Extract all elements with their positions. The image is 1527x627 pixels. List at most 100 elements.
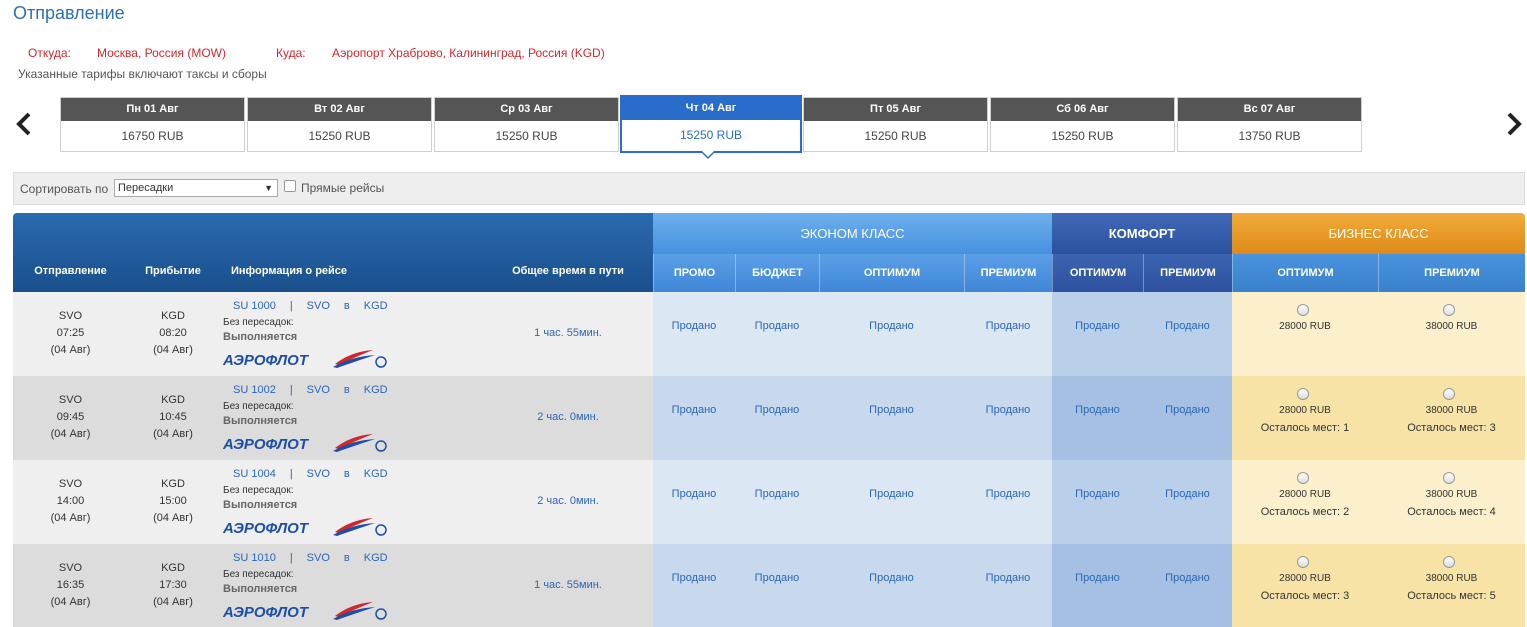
fare-radio-bus-premium[interactable] [1443, 556, 1455, 568]
aeroflot-logo: АЭРОФЛОТ [222, 600, 388, 622]
date-tab-label: Пн 01 Авг [61, 98, 244, 121]
sold-econ-promo: Продано [671, 320, 717, 332]
row-bg-comfort [1052, 544, 1232, 627]
fare-radio-bus-optimum[interactable] [1297, 304, 1309, 316]
flight-number[interactable]: SU 1002 [233, 384, 276, 396]
route-info: Откуда: Москва, Россия (MOW) Куда: Аэропорт… [28, 46, 605, 60]
date-tab-price: 15250 RUB [495, 129, 558, 143]
sold-econ-promo: Продано [671, 572, 717, 584]
date-tab[interactable]: Пн 01 Авг 16750 RUB [60, 97, 245, 152]
row-bg-economy [653, 292, 1052, 376]
date-tab-label: Пт 05 Авг [804, 98, 987, 121]
fare-comf-premium: ПРЕМИУМ [1143, 254, 1232, 292]
flight-origin[interactable]: SVO [307, 552, 330, 564]
col-flight-info: Информация о рейсе [231, 265, 348, 277]
row-bg-business [1232, 544, 1525, 627]
direct-flights-label[interactable]: Прямые рейсы [301, 181, 384, 195]
nonstop-label: Без пересадок: [223, 317, 294, 328]
flight-destination[interactable]: KGD [364, 468, 388, 480]
flight-separator: | [289, 468, 293, 480]
sold-econ-budget: Продано [754, 320, 800, 332]
flight-origin[interactable]: SVO [307, 468, 330, 480]
fare-econ-premium: ПРЕМИУМ [964, 254, 1052, 292]
sold-econ-promo: Продано [671, 488, 717, 500]
class-business-header: БИЗНЕС КЛАСС [1232, 213, 1525, 254]
date-tab[interactable]: Пт 05 Авг 15250 RUB [803, 97, 988, 152]
arrival-date: (04 Авг) [153, 596, 193, 608]
fare-radio-bus-optimum[interactable] [1297, 472, 1309, 484]
sold-econ-budget: Продано [754, 404, 800, 416]
flight-destination[interactable]: KGD [364, 552, 388, 564]
seats-left-bus-optimum: Осталось мест: 3 [1260, 590, 1350, 602]
price-bus-premium: 38000 RUB [1425, 489, 1478, 500]
arrival-code: KGD [161, 478, 185, 490]
fare-radio-bus-optimum[interactable] [1297, 388, 1309, 400]
departure-date: (04 Авг) [50, 344, 91, 356]
date-tab-label: Сб 06 Авг [991, 98, 1174, 121]
sort-bar: Сортировать по Пересадки ▼ Прямые рейсы [13, 172, 1525, 205]
direct-flights-checkbox[interactable] [284, 180, 296, 192]
flight-duration: 1 час. 55мин. [534, 327, 602, 339]
flight-separator: | [289, 552, 293, 564]
arrival-cell: KGD 17:30 (04 Авг) [128, 560, 218, 611]
date-tab[interactable]: Вс 07 Авг 13750 RUB [1177, 97, 1362, 152]
arrival-date: (04 Авг) [153, 344, 193, 356]
from-label: Откуда: [28, 46, 71, 60]
date-tab[interactable]: Вт 02 Авг 15250 RUB [247, 97, 432, 152]
flight-origin[interactable]: SVO [307, 384, 330, 396]
arrival-code: KGD [161, 562, 185, 574]
fare-comf-optimum: ОПТИМУМ [1052, 254, 1143, 292]
row-bg-business [1232, 292, 1525, 376]
flight-number[interactable]: SU 1010 [233, 552, 276, 564]
departure-cell: SVO 14:00 (04 Авг) [13, 476, 128, 527]
flight-number[interactable]: SU 1004 [233, 468, 276, 480]
fare-radio-bus-premium[interactable] [1443, 304, 1455, 316]
col-departure: Отправление [34, 265, 107, 277]
arrival-cell: KGD 10:45 (04 Авг) [128, 392, 218, 443]
chevron-down-icon: ▼ [264, 183, 273, 193]
price-bus-premium: 38000 RUB [1425, 405, 1478, 416]
flight-link[interactable]: SU 1004 | SVO в KGD [233, 468, 402, 480]
departure-cell: SVO 16:35 (04 Авг) [13, 560, 128, 611]
sold-econ-optimum: Продано [869, 404, 914, 416]
sort-select[interactable]: Пересадки ▼ [114, 179, 278, 197]
fare-radio-bus-premium[interactable] [1443, 388, 1455, 400]
sold-econ-budget: Продано [754, 488, 800, 500]
flight-link[interactable]: SU 1010 | SVO в KGD [233, 552, 402, 564]
departure-time: 09:45 [56, 411, 85, 423]
taxes-note: Указанные тарифы включают таксы и сборы [18, 67, 267, 81]
flight-number[interactable]: SU 1000 [233, 300, 276, 312]
seats-left-bus-premium: Осталось мест: 3 [1407, 422, 1496, 434]
flight-link[interactable]: SU 1002 | SVO в KGD [233, 384, 402, 396]
table-row: SVO 07:25 (04 Авг) KGD 08:20 (04 Авг) SU 1000 |… [13, 292, 1525, 376]
flight-link[interactable]: SU 1000 | SVO в KGD [233, 300, 402, 312]
departure-code: SVO [58, 394, 83, 406]
selected-day-caret-inner [702, 151, 714, 157]
departure-time: 07:25 [56, 327, 85, 339]
flight-origin[interactable]: SVO [307, 300, 330, 312]
date-tab[interactable]: Ср 03 Авг 15250 RUB [434, 97, 619, 152]
date-tab[interactable]: Сб 06 Авг 15250 RUB [990, 97, 1175, 152]
price-bus-optimum: 28000 RUB [1279, 573, 1331, 584]
row-bg-comfort [1052, 460, 1232, 544]
sold-econ-budget: Продано [754, 572, 800, 584]
prev-day-button[interactable] [14, 111, 34, 137]
fare-radio-bus-premium[interactable] [1443, 472, 1455, 484]
date-tab-label: Ср 03 Авг [435, 98, 618, 121]
date-tab[interactable]: Чт 04 Авг 15250 RUB [620, 95, 802, 153]
row-bg-comfort [1052, 376, 1232, 460]
departure-time: 14:00 [56, 495, 85, 507]
departure-cell: SVO 07:25 (04 Авг) [13, 308, 128, 359]
aeroflot-logo-text: АЭРОФЛОТ [223, 352, 310, 369]
chevron-right-icon [1507, 112, 1522, 136]
price-bus-premium: 38000 RUB [1425, 321, 1478, 332]
flight-destination[interactable]: KGD [364, 384, 388, 396]
arrival-time: 17:30 [159, 579, 187, 591]
flight-destination[interactable]: KGD [364, 300, 388, 312]
table-header-left [13, 213, 653, 292]
arrival-cell: KGD 08:20 (04 Авг) [128, 308, 218, 359]
page-title: Отправление [13, 3, 125, 23]
fare-radio-bus-optimum[interactable] [1297, 556, 1309, 568]
date-tab-label: Вс 07 Авг [1178, 98, 1361, 121]
next-day-button[interactable] [1504, 111, 1524, 137]
